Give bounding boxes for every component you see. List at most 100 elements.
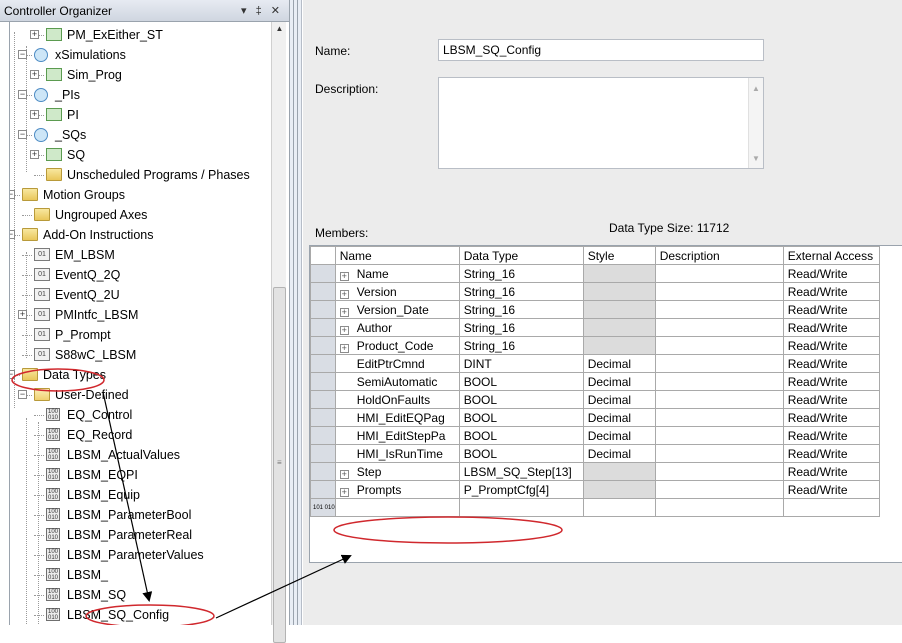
member-style-cell[interactable] bbox=[582, 300, 656, 319]
member-external-access-cell[interactable]: Read/Write bbox=[782, 318, 880, 337]
member-row[interactable]: + Name String_16 Read/Write bbox=[310, 264, 880, 283]
tree-item-add-on-instructions[interactable]: − Add-On Instructions bbox=[10, 225, 270, 245]
row-selector[interactable] bbox=[310, 444, 336, 463]
column-header-description[interactable]: Description bbox=[654, 246, 784, 265]
member-name-cell[interactable]: SemiAutomatic bbox=[334, 372, 460, 391]
organizer-scrollbar[interactable]: ▲ ≡ bbox=[271, 22, 287, 643]
expand-member-icon[interactable]: + bbox=[339, 487, 349, 497]
member-row[interactable]: + Step LBSM_SQ_Step[13] Read/Write bbox=[310, 462, 880, 481]
row-selector[interactable] bbox=[310, 354, 336, 373]
expand-icon[interactable]: + bbox=[30, 30, 39, 39]
expand-member-icon[interactable]: + bbox=[339, 307, 349, 317]
member-external-access-cell[interactable]: Read/Write bbox=[782, 300, 880, 319]
member-row[interactable]: HMI_EditStepPa BOOL Decimal Read/Write bbox=[310, 426, 880, 445]
member-description-cell[interactable] bbox=[654, 444, 784, 463]
member-row[interactable]: + Prompts P_PromptCfg[4] Read/Write bbox=[310, 480, 880, 499]
tree-item-eventq-2q[interactable]: 01 EventQ_2Q bbox=[10, 265, 270, 285]
member-data-type-cell[interactable]: P_PromptCfg[4] bbox=[458, 480, 584, 499]
row-selector[interactable] bbox=[310, 264, 336, 283]
member-external-access-cell[interactable]: Read/Write bbox=[782, 426, 880, 445]
scroll-down-icon[interactable]: ▼ bbox=[752, 154, 760, 163]
member-name-cell[interactable]: + Version_Date bbox=[334, 300, 460, 319]
member-style-cell[interactable]: Decimal bbox=[582, 372, 656, 391]
member-style-cell[interactable] bbox=[582, 318, 656, 337]
member-name-cell[interactable]: EditPtrCmnd bbox=[334, 354, 460, 373]
member-name-cell[interactable]: HMI_IsRunTime bbox=[334, 444, 460, 463]
collapse-icon[interactable]: − bbox=[18, 130, 27, 139]
member-style-cell[interactable]: Decimal bbox=[582, 444, 656, 463]
member-external-access-cell[interactable]: Read/Write bbox=[782, 282, 880, 301]
member-description-cell[interactable] bbox=[654, 354, 784, 373]
member-style-cell[interactable]: Decimal bbox=[582, 408, 656, 427]
member-data-type-cell[interactable]: BOOL bbox=[458, 408, 584, 427]
row-selector[interactable] bbox=[310, 318, 336, 337]
organizer-window-buttons[interactable]: ▾ ‡ ✕ bbox=[241, 0, 283, 22]
member-external-access-cell[interactable]: Read/Write bbox=[782, 408, 880, 427]
tree-item-pi[interactable]: + PI bbox=[10, 105, 270, 125]
member-row[interactable]: EditPtrCmnd DINT Decimal Read/Write bbox=[310, 354, 880, 373]
empty-cell[interactable] bbox=[334, 498, 460, 517]
column-header-external-access[interactable]: External Access bbox=[782, 246, 880, 265]
member-data-type-cell[interactable]: String_16 bbox=[458, 336, 584, 355]
member-data-type-cell[interactable]: String_16 bbox=[458, 264, 584, 283]
member-data-type-cell[interactable]: BOOL bbox=[458, 444, 584, 463]
collapse-icon[interactable]: − bbox=[18, 390, 27, 399]
scroll-up-arrow-icon[interactable]: ▲ bbox=[272, 22, 287, 36]
member-row[interactable]: HoldOnFaults BOOL Decimal Read/Write bbox=[310, 390, 880, 409]
tree-item-lbsm-parameterbool[interactable]: 100 010 LBSM_ParameterBool bbox=[10, 505, 270, 525]
member-row[interactable]: + Author String_16 Read/Write bbox=[310, 318, 880, 337]
empty-cell[interactable] bbox=[582, 498, 656, 517]
tree-item-lbsm-actualvalues[interactable]: 100 010 LBSM_ActualValues bbox=[10, 445, 270, 465]
member-name-cell[interactable]: HMI_EditEQPag bbox=[334, 408, 460, 427]
member-style-cell[interactable] bbox=[582, 264, 656, 283]
member-row[interactable]: HMI_EditEQPag BOOL Decimal Read/Write bbox=[310, 408, 880, 427]
member-data-type-cell[interactable]: String_16 bbox=[458, 282, 584, 301]
member-description-cell[interactable] bbox=[654, 318, 784, 337]
row-selector[interactable] bbox=[310, 282, 336, 301]
member-external-access-cell[interactable]: Read/Write bbox=[782, 336, 880, 355]
member-row[interactable]: HMI_IsRunTime BOOL Decimal Read/Write bbox=[310, 444, 880, 463]
row-selector[interactable] bbox=[310, 462, 336, 481]
row-selector[interactable] bbox=[310, 408, 336, 427]
row-selector[interactable] bbox=[310, 372, 336, 391]
tree-item-lbsm-sq[interactable]: 100 010 LBSM_SQ bbox=[10, 585, 270, 605]
member-name-cell[interactable]: + Product_Code bbox=[334, 336, 460, 355]
expand-member-icon[interactable]: + bbox=[339, 325, 349, 335]
tree-item-lbsm[interactable]: 100 010 LBSM_ bbox=[10, 565, 270, 585]
tree-item-xsimulations[interactable]: − xSimulations bbox=[10, 45, 270, 65]
scroll-up-icon[interactable]: ▲ bbox=[752, 84, 760, 93]
collapse-icon[interactable]: − bbox=[10, 230, 15, 239]
scrollbar-thumb[interactable]: ≡ bbox=[273, 287, 286, 643]
tree-item-data-types[interactable]: − Data Types bbox=[10, 365, 270, 385]
tree-item-unscheduled-programs-phases[interactable]: Unscheduled Programs / Phases bbox=[10, 165, 270, 185]
empty-cell[interactable] bbox=[782, 498, 880, 517]
member-external-access-cell[interactable]: Read/Write bbox=[782, 354, 880, 373]
tree-item-lbsm-eqpi[interactable]: 100 010 LBSM_EQPI bbox=[10, 465, 270, 485]
member-name-cell[interactable]: HMI_EditStepPa bbox=[334, 426, 460, 445]
member-style-cell[interactable]: Decimal bbox=[582, 426, 656, 445]
tree-item-lbsm-parametervalues[interactable]: 100 010 LBSM_ParameterValues bbox=[10, 545, 270, 565]
tree-item-eq-control[interactable]: 100 010 EQ_Control bbox=[10, 405, 270, 425]
tree-item-lbsm-sq-config[interactable]: 100 010 LBSM_SQ_Config bbox=[10, 605, 270, 625]
row-selector[interactable] bbox=[310, 300, 336, 319]
tree-item-sqs[interactable]: − _SQs bbox=[10, 125, 270, 145]
member-row[interactable]: + Version_Date String_16 Read/Write bbox=[310, 300, 880, 319]
tree-item-pm-exeither-st[interactable]: + PM_ExEither_ST bbox=[10, 25, 270, 45]
member-name-cell[interactable]: + Version bbox=[334, 282, 460, 301]
name-field[interactable] bbox=[438, 39, 764, 61]
member-description-cell[interactable] bbox=[654, 390, 784, 409]
expand-member-icon[interactable]: + bbox=[339, 271, 349, 281]
pane-splitter[interactable] bbox=[290, 0, 302, 625]
member-external-access-cell[interactable]: Read/Write bbox=[782, 444, 880, 463]
member-data-type-cell[interactable]: String_16 bbox=[458, 300, 584, 319]
tree-item-sim-prog[interactable]: + Sim_Prog bbox=[10, 65, 270, 85]
column-header-data-type[interactable]: Data Type bbox=[458, 246, 584, 265]
expand-icon[interactable]: + bbox=[30, 150, 39, 159]
member-data-type-cell[interactable]: BOOL bbox=[458, 390, 584, 409]
member-description-cell[interactable] bbox=[654, 426, 784, 445]
member-description-cell[interactable] bbox=[654, 372, 784, 391]
member-description-cell[interactable] bbox=[654, 462, 784, 481]
member-style-cell[interactable] bbox=[582, 282, 656, 301]
tree-item-ungrouped-axes[interactable]: Ungrouped Axes bbox=[10, 205, 270, 225]
tree-item-eq-record[interactable]: 100 010 EQ_Record bbox=[10, 425, 270, 445]
